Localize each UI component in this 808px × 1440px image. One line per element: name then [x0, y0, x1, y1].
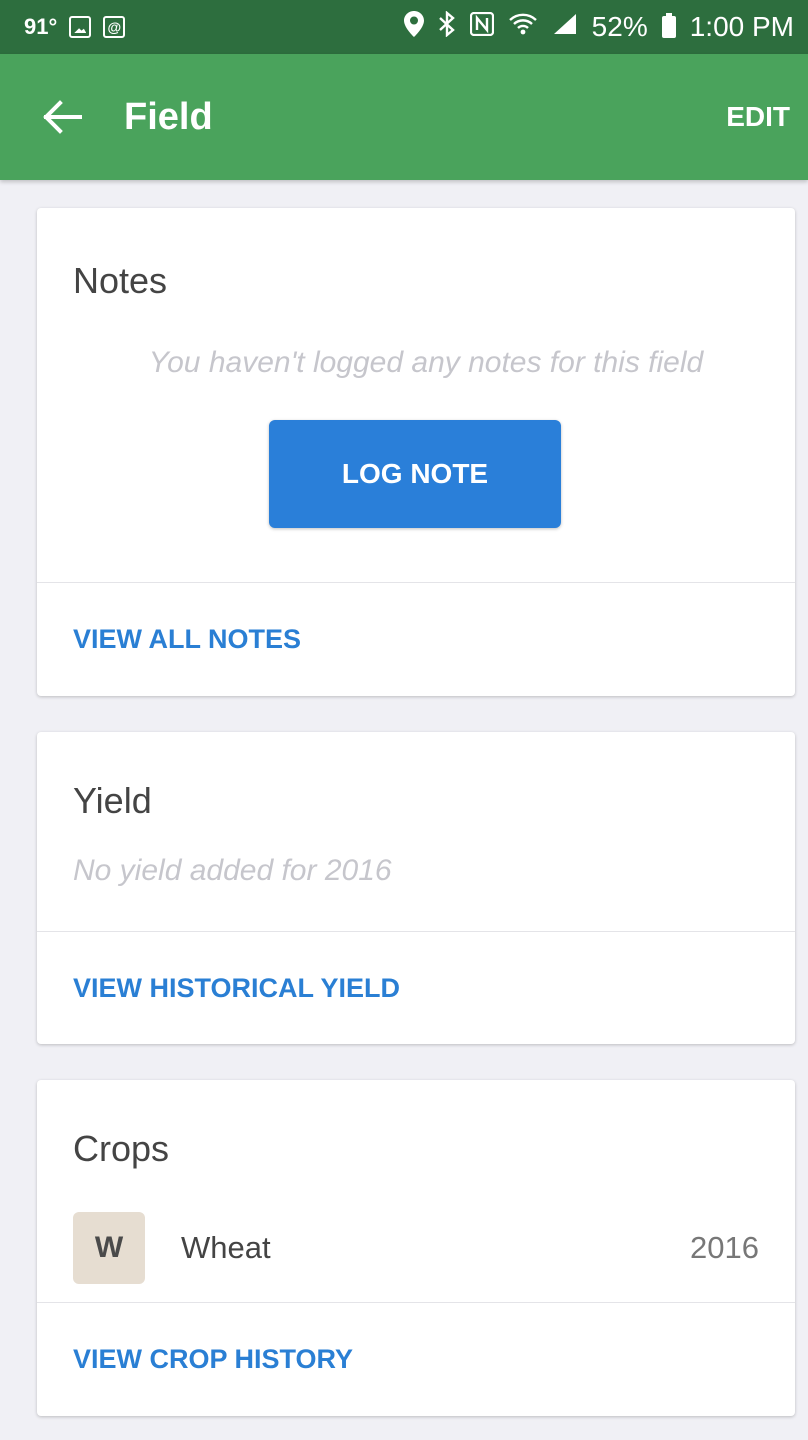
yield-empty-text: No yield added for 2016: [73, 854, 392, 887]
log-note-button[interactable]: LOG NOTE: [269, 420, 561, 528]
temperature-text: 91°: [24, 14, 58, 39]
location-icon: [403, 10, 424, 44]
battery-percent: 52%: [591, 11, 648, 42]
page-title: Field: [124, 95, 213, 138]
yield-card: Yield No yield added for 2016 VIEW HISTO…: [37, 732, 795, 1044]
notes-empty-text: You haven't logged any notes for this fi…: [148, 346, 704, 379]
email-at-icon: @: [103, 16, 126, 38]
status-bar: 91° @ 52% 1:00 PM: [0, 0, 808, 54]
image-icon: [69, 16, 92, 38]
status-left: 91° @: [24, 14, 126, 40]
nfc-icon: [469, 11, 494, 43]
battery-icon: [661, 13, 676, 38]
view-historical-yield-link[interactable]: VIEW HISTORICAL YIELD: [37, 932, 400, 1044]
notes-card: Notes You haven't logged any notes for t…: [37, 208, 795, 696]
arrow-left-icon[interactable]: [40, 95, 84, 139]
wifi-icon: [508, 12, 538, 43]
view-crop-history-link[interactable]: VIEW CROP HISTORY: [37, 1303, 353, 1416]
clock-time: 1:00 PM: [689, 11, 794, 42]
crops-title: Crops: [73, 1128, 170, 1169]
app-bar: Field EDIT: [0, 54, 808, 180]
signal-icon: [552, 12, 578, 43]
crop-list-item[interactable]: W Wheat 2016: [73, 1212, 759, 1284]
status-right: 52% 1:00 PM: [403, 9, 794, 44]
crop-name: Wheat: [181, 1230, 271, 1265]
edit-button[interactable]: EDIT: [726, 101, 790, 133]
yield-title: Yield: [73, 780, 152, 821]
notes-title: Notes: [73, 260, 168, 301]
crops-card: Crops W Wheat 2016 VIEW CROP HISTORY: [37, 1080, 795, 1416]
crop-badge: W: [73, 1212, 145, 1284]
bluetooth-icon: [438, 9, 456, 44]
view-all-notes-link[interactable]: VIEW ALL NOTES: [37, 583, 301, 696]
crop-year: 2016: [690, 1230, 759, 1265]
